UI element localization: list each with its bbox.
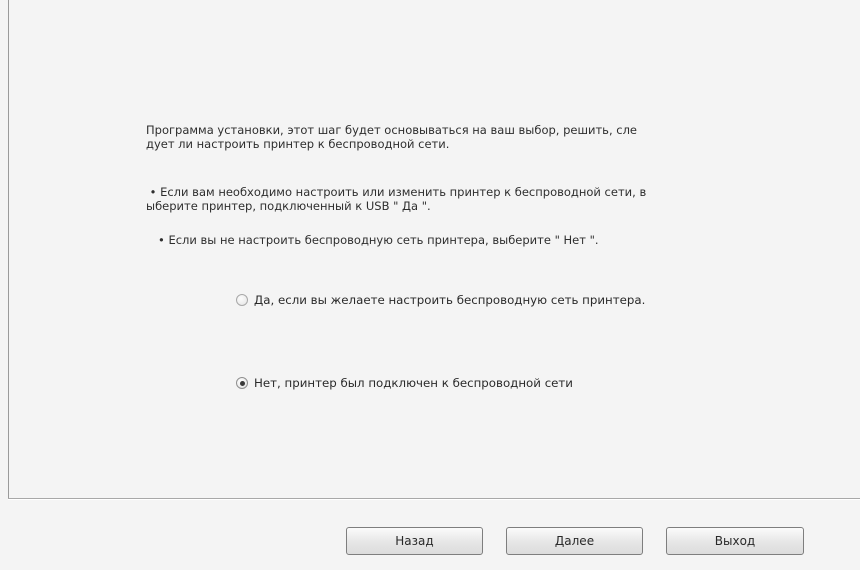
next-button[interactable]: Далее (506, 527, 643, 555)
option-yes-label: Да, если вы желаете настроить беспроводн… (254, 293, 646, 307)
exit-button[interactable]: Выход (666, 527, 804, 555)
instruction-bullet-configure: • Если вам необходимо настроить или изме… (146, 185, 647, 213)
radio-no-icon[interactable] (236, 377, 248, 389)
option-no-already-connected[interactable]: Нет, принтер был подключен к беспроводно… (236, 376, 573, 390)
option-yes-configure-wireless[interactable]: Да, если вы желаете настроить беспроводн… (236, 293, 645, 307)
dialog-content: Программа установки, этот шаг будет осно… (0, 0, 860, 498)
option-no-label: Нет, принтер был подключен к беспроводно… (254, 376, 573, 390)
back-button[interactable]: Назад (346, 527, 483, 555)
radio-yes-icon[interactable] (236, 294, 248, 306)
footer-divider-highlight (8, 499, 860, 500)
intro-text: Программа установки, этот шаг будет осно… (146, 123, 638, 151)
installer-window: Программа установки, этот шаг будет осно… (0, 0, 860, 570)
instruction-bullet-skip: • Если вы не настроить беспроводную сеть… (158, 233, 599, 247)
